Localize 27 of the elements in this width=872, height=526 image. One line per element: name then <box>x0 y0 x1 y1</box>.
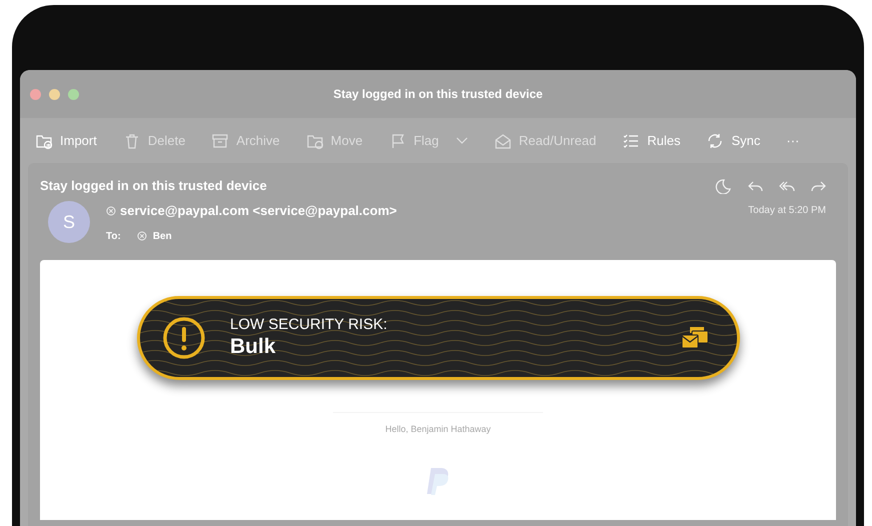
warning-icon <box>162 316 206 360</box>
mail-folder-icon <box>681 326 709 350</box>
remove-icon[interactable] <box>106 206 116 216</box>
envelope-icon <box>494 132 512 150</box>
rules-button[interactable]: Rules <box>622 130 680 150</box>
more-button[interactable]: ··· <box>786 130 800 150</box>
recipient-name: Ben <box>152 230 172 244</box>
message-time: Today at 5:20 PM <box>748 204 827 218</box>
checklist-icon <box>622 132 640 150</box>
message-subject: Stay logged in on this trusted device <box>40 177 267 196</box>
zoom-button[interactable] <box>68 88 79 100</box>
minimize-button[interactable] <box>49 88 60 100</box>
import-button[interactable]: Import <box>35 130 97 150</box>
greeting-text: Hello, Benjamin Hathaway <box>385 422 491 436</box>
sync-button[interactable]: Sync <box>706 130 760 150</box>
to-label: To: <box>106 230 121 244</box>
logo-icon <box>425 466 451 496</box>
moon-icon[interactable] <box>714 178 732 194</box>
sync-icon <box>706 132 724 150</box>
sender-address: service@paypal.com <service@paypal.com> <box>120 202 397 220</box>
banner-title: LOW SECURITY RISK: <box>230 316 388 334</box>
remove-icon[interactable] <box>136 231 147 241</box>
window-title: Stay logged in on this trusted device <box>333 86 543 103</box>
archive-box-icon <box>211 132 230 150</box>
close-button[interactable] <box>30 88 41 100</box>
banner-category: Bulk <box>230 334 277 360</box>
avatar: S <box>48 201 90 243</box>
